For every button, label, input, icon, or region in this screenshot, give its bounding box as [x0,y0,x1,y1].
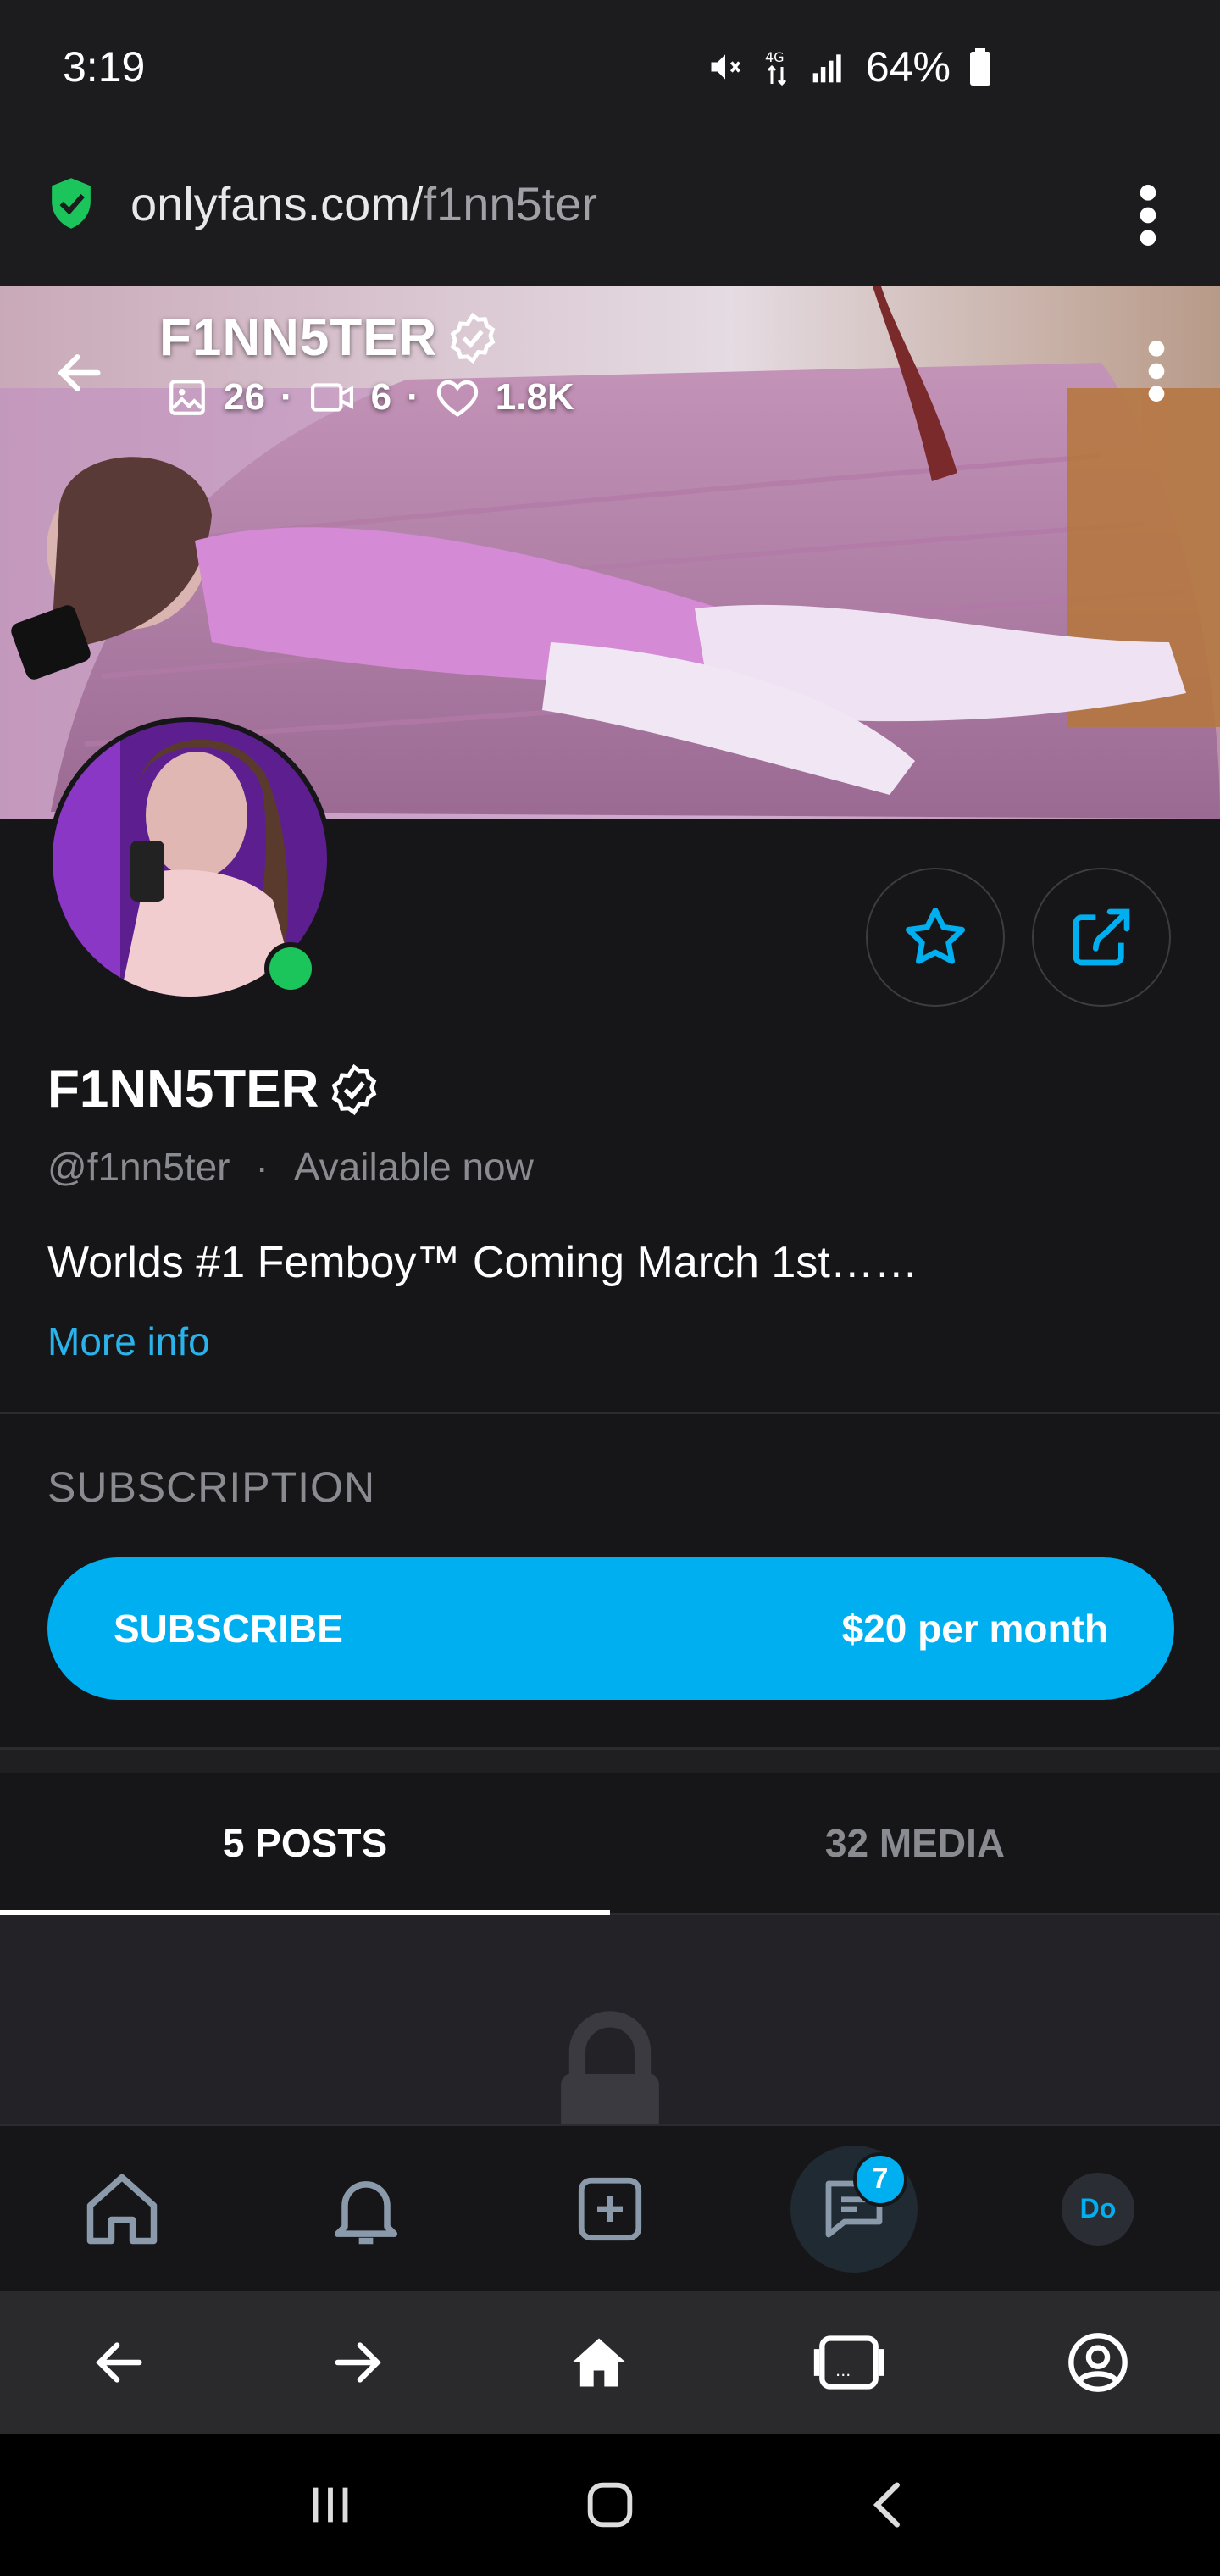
recent-apps-icon[interactable] [301,2475,360,2534]
videos-count: 6 [370,376,392,418]
messages-badge: 7 [853,2151,907,2207]
likes-count: 1.8K [495,376,574,418]
app-bottom-nav: 7 Do [0,2124,1220,2291]
url-host: onlyfans.com/ [130,177,424,230]
availability-status: Available now [293,1145,534,1189]
heart-icon [436,380,478,417]
tab-posts[interactable]: 5 POSTS [0,1773,610,1915]
cover-stats: 26 · 6 · 1.8K [166,376,574,419]
subscribe-label: SUBSCRIBE [114,1607,343,1651]
nav-profile[interactable]: Do [1034,2146,1162,2273]
system-home-icon[interactable] [580,2475,640,2534]
browser-back-icon[interactable] [90,2333,149,2392]
verified-icon [332,1063,377,1115]
video-icon [310,383,353,412]
bell-icon [334,2180,398,2244]
home-icon [86,2174,158,2244]
photos-count: 26 [224,376,265,418]
battery-icon [970,48,990,86]
stats-separator: · [407,376,419,418]
status-icons: 4G 64% [707,42,991,92]
mute-icon [711,54,740,80]
section-divider [0,1747,1220,1773]
subscribe-button[interactable]: SUBSCRIBE $20 per month [47,1557,1174,1700]
content-tabs: 5 POSTS 32 MEDIA [0,1773,1220,1915]
profile-handle: @f1nn5ter [47,1145,230,1189]
url-text[interactable]: onlyfans.com/f1nn5ter [130,176,597,231]
nav-home[interactable] [58,2146,186,2273]
url-path: f1nn5ter [423,177,598,230]
secure-shield-icon [52,178,91,229]
profile-subline: @f1nn5ter · Available now [47,1144,534,1190]
lock-icon [561,2011,659,2124]
subline-separator: · [255,1145,269,1189]
star-icon [906,908,965,964]
verified-icon [451,312,496,364]
system-back-icon[interactable] [860,2475,919,2534]
share-icon [1073,908,1130,966]
divider [0,1412,1220,1414]
locked-content-area [0,1915,1220,2124]
subscribe-price: $20 per month [841,1607,1108,1651]
svg-text:...: ... [835,2362,851,2380]
signal-icon [812,54,841,83]
stats-separator: · [280,376,293,418]
status-bar: 3:19 4G 64% [0,0,1220,144]
status-time: 3:19 [63,43,146,91]
svg-text:4G: 4G [765,49,785,65]
browser-url-bar[interactable]: onlyfans.com/f1nn5ter [0,144,1220,286]
browser-forward-icon[interactable] [328,2333,387,2392]
browser-home-icon[interactable] [567,2330,631,2395]
cover-name: F1NN5TER [159,308,438,367]
data-icon: 4G [765,49,786,86]
nav-create-post[interactable] [546,2146,674,2273]
online-status-dot [264,942,317,995]
system-nav-bar [0,2434,1220,2576]
nav-notifications[interactable] [302,2146,430,2273]
share-button[interactable] [1032,868,1171,1007]
back-arrow-icon[interactable] [53,346,107,400]
add-post-icon [578,2177,642,2240]
browser-account-icon[interactable] [1066,2330,1130,2395]
nav-messages[interactable]: 7 [790,2145,918,2273]
battery-percent: 64% [865,43,951,91]
browser-menu-icon[interactable] [1135,181,1161,249]
subscription-title: SUBSCRIPTION [47,1463,376,1511]
photo-icon [169,380,205,415]
tab-media[interactable]: 32 MEDIA [610,1773,1220,1913]
browser-bottom-nav: ... [0,2291,1220,2434]
browser-tabs-icon[interactable]: ... [811,2330,887,2395]
cover-menu-icon[interactable] [1144,337,1169,405]
cover-title: F1NN5TER [159,308,500,368]
profile-bio: Worlds #1 Femboy™ Coming March 1st…… [47,1238,918,1287]
more-info-link[interactable]: More info [47,1319,210,1364]
profile-name: F1NN5TER [47,1059,381,1119]
favorite-button[interactable] [866,868,1005,1007]
user-avatar: Do [1062,2172,1134,2246]
profile-name-text: F1NN5TER [47,1060,319,1119]
